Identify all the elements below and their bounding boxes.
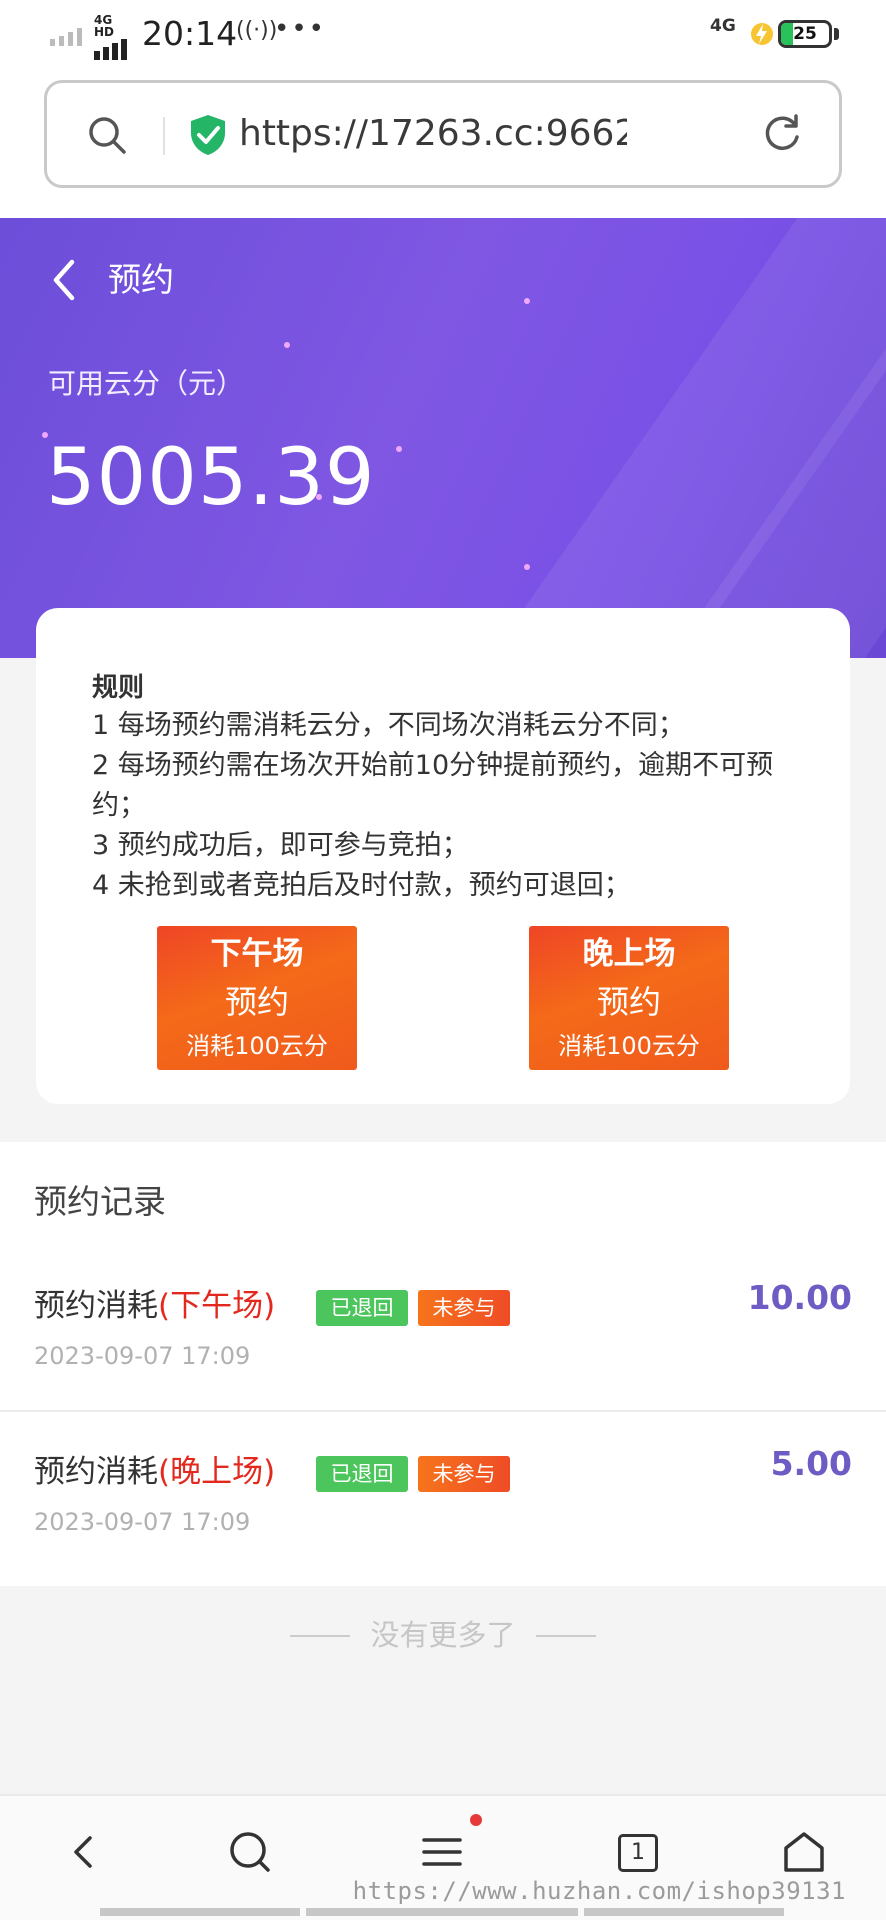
decor-sparkle [524, 564, 530, 570]
records-title: 预约记录 [34, 1182, 166, 1221]
gesture-bar [584, 1908, 784, 1916]
address-bar[interactable]: https://17263.cc:9662/h5/··· [44, 80, 842, 188]
returned-badge: 已退回 [316, 1456, 408, 1492]
record-label: 预约消耗(晚上场) [34, 1448, 275, 1496]
nav-home-icon[interactable] [776, 1824, 832, 1880]
decor-sparkle [396, 446, 402, 452]
record-session: (晚上场) [158, 1454, 276, 1490]
rule-line: 1 每场预约需消耗云分，不同场次消耗云分不同； [92, 710, 685, 741]
reload-icon[interactable] [759, 111, 805, 157]
session-name: 晚上场 [582, 936, 676, 972]
record-time: 2023-09-07 17:09 [34, 1508, 251, 1536]
absent-badge: 未参与 [418, 1456, 510, 1492]
session-action: 预约 [596, 983, 661, 1021]
list-end-text: 没有更多了 [370, 1618, 516, 1652]
list-end-indicator: 没有更多了 [0, 1610, 886, 1660]
record-session: (下午场) [158, 1288, 276, 1324]
session-name: 下午场 [210, 936, 304, 972]
browser-toolbar: https://17263.cc:9662/h5/··· [0, 70, 886, 218]
reservation-records: 预约记录 预约消耗(下午场) 已退回 未参与 2023-09-07 17:09 … [0, 1142, 886, 1586]
signal-weak-icon [50, 28, 82, 46]
record-row[interactable]: 预约消耗(下午场) 已退回 未参与 2023-09-07 17:09 10.00 [0, 1248, 886, 1412]
network-4g-icon: 4G [710, 16, 736, 36]
rule-line: 约； [92, 790, 146, 821]
battery-icon: 25 [778, 20, 832, 48]
record-amount: 10.00 [747, 1278, 852, 1317]
record-prefix: 预约消耗 [34, 1288, 158, 1324]
end-divider-right [536, 1635, 596, 1637]
signal-strong-icon: 4G HD [94, 13, 134, 60]
balance-label: 可用云分（元） [48, 367, 245, 400]
rules-list: 1 每场预约需消耗云分，不同场次消耗云分不同； 2 每场预约需在场次开始前10分… [92, 706, 812, 906]
rule-line: 4 未抢到或者竞拍后及时付款，预约可退回； [92, 870, 631, 901]
nav-back-icon[interactable] [56, 1824, 112, 1880]
record-amount: 5.00 [770, 1444, 852, 1483]
tabs-icon[interactable]: 1 [618, 1834, 658, 1872]
search-icon[interactable] [85, 113, 129, 157]
charging-icon [751, 23, 773, 45]
record-row[interactable]: 预约消耗(晚上场) 已退回 未参与 2023-09-07 17:09 5.00 [0, 1414, 886, 1578]
rule-line: 3 预约成功后，即可参与竞拍； [92, 830, 469, 861]
rules-card: 规则 1 每场预约需消耗云分，不同场次消耗云分不同； 2 每场预约需在场次开始前… [36, 608, 850, 1104]
balance-header: 预约 可用云分（元） 5005.39 [0, 218, 886, 658]
battery-level: 25 [793, 24, 817, 44]
rules-title: 规则 [92, 673, 145, 703]
session-cost: 消耗100云分 [558, 1032, 700, 1060]
address-divider [163, 117, 165, 155]
notification-dot [470, 1814, 482, 1826]
page-title: 预约 [108, 260, 174, 299]
battery-tip [834, 28, 839, 40]
record-time: 2023-09-07 17:09 [34, 1342, 251, 1370]
session-cost: 消耗100云分 [186, 1032, 328, 1060]
clock: 20:14 [142, 14, 238, 53]
returned-badge: 已退回 [316, 1290, 408, 1326]
hotspot-icon: ((·)) [236, 18, 278, 43]
record-prefix: 预约消耗 [34, 1454, 158, 1490]
decor-sparkle [284, 342, 290, 348]
rule-line: 2 每场预约需在场次开始前10分钟提前预约，逾期不可预 [92, 750, 774, 781]
evening-reserve-button[interactable]: 晚上场 预约 消耗100云分 [529, 926, 729, 1070]
decor-sparkle [524, 298, 530, 304]
record-label: 预约消耗(下午场) [34, 1282, 275, 1330]
watermark-text: https://www.huzhan.com/ishop39131 [352, 1877, 846, 1905]
nav-menu-icon[interactable] [414, 1824, 470, 1880]
network-label: 4G HD [94, 13, 115, 39]
afternoon-reserve-button[interactable]: 下午场 预约 消耗100云分 [157, 926, 357, 1070]
url-text[interactable]: https://17263.cc:9662/h5/··· [239, 109, 627, 159]
session-action: 预约 [224, 983, 289, 1021]
status-bar: 4G HD 20:14 ((·)) ••• 4G 25 [0, 0, 886, 70]
nav-search-icon[interactable] [222, 1824, 278, 1880]
absent-badge: 未参与 [418, 1290, 510, 1326]
gesture-bar [100, 1908, 300, 1916]
balance-amount: 5005.39 [46, 433, 376, 523]
back-icon[interactable] [48, 258, 78, 302]
gesture-bar [306, 1908, 578, 1916]
shield-check-icon [191, 115, 225, 155]
more-dots-icon: ••• [274, 14, 327, 44]
